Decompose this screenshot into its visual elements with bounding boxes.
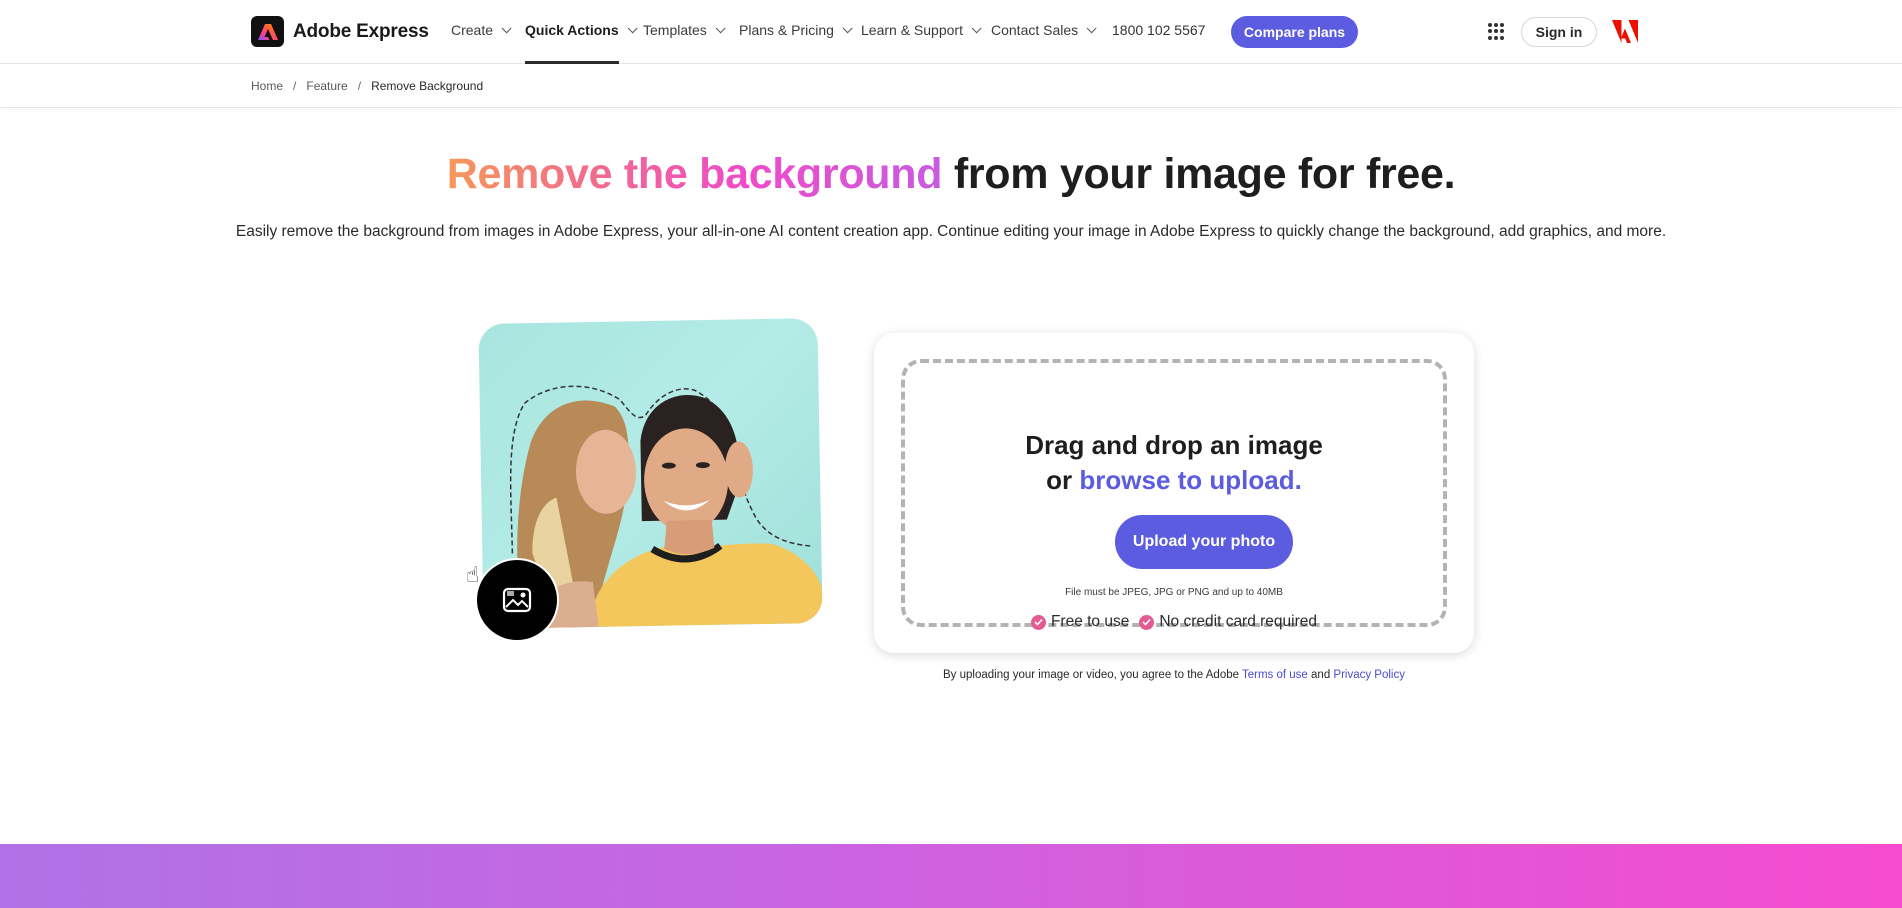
chevron-down-icon (715, 22, 726, 33)
title-rest: from your image for free. (942, 150, 1456, 198)
drop-title-or: or (1046, 465, 1080, 495)
perk-label: No credit card required (1159, 613, 1318, 630)
nav-label: Contact Sales (991, 22, 1079, 38)
chevron-down-icon (1086, 22, 1097, 33)
nav-templates[interactable]: Templates (643, 22, 726, 38)
breadcrumb-home[interactable]: Home (251, 79, 283, 93)
nav-contact-sales[interactable]: Contact Sales (991, 22, 1097, 38)
browse-to-upload-link[interactable]: browse to upload. (1079, 465, 1301, 495)
terms-prefix: By uploading your image or video, you ag… (943, 669, 1242, 681)
chevron-down-icon (971, 22, 982, 33)
breadcrumb: Home / Feature / Remove Background (251, 79, 483, 93)
active-tab-indicator (525, 61, 619, 64)
perk-no-credit-card: No credit card required (1139, 613, 1317, 631)
compare-plans-button[interactable]: Compare plans (1231, 16, 1358, 48)
breadcrumb-bar: Home / Feature / Remove Background (0, 65, 1902, 108)
breadcrumb-current: Remove Background (371, 79, 484, 93)
breadcrumb-separator: / (293, 79, 297, 93)
chevron-down-icon (501, 22, 512, 33)
breadcrumb-separator: / (357, 79, 362, 93)
drop-title-line1: Drag and drop an image (1025, 430, 1323, 460)
terms-of-use-link[interactable]: Terms of use (1242, 669, 1308, 681)
nav-label: Quick Actions (525, 22, 619, 38)
perks-list: Free to use No credit card required (905, 613, 1443, 631)
breadcrumb-feature[interactable]: Feature (306, 79, 347, 93)
terms-and: and (1307, 669, 1334, 681)
adobe-express-icon (251, 16, 284, 47)
top-navigation: Adobe Express Create Quick Actions Templ… (0, 0, 1902, 64)
nav-create[interactable]: Create (451, 22, 512, 38)
privacy-policy-link[interactable]: Privacy Policy (1333, 669, 1405, 681)
phone-number-link[interactable]: 1800 102 5567 (1112, 22, 1205, 38)
terms-notice: By uploading your image or video, you ag… (874, 669, 1474, 681)
sign-in-button[interactable]: Sign in (1521, 17, 1597, 47)
nav-label: Plans & Pricing (739, 22, 834, 38)
chevron-down-icon (627, 22, 638, 33)
page-title: Remove the background from your image fo… (0, 150, 1902, 199)
brand-name: Adobe Express (293, 20, 429, 42)
nav-label: Create (451, 22, 494, 38)
perk-label: Free to use (1050, 613, 1130, 630)
check-circle-icon (1030, 614, 1046, 630)
page-subtitle: Easily remove the background from images… (235, 223, 1667, 240)
nav-quick-actions[interactable]: Quick Actions (525, 22, 638, 38)
adobe-logo-icon[interactable] (1612, 20, 1638, 43)
upload-photo-button[interactable]: Upload your photo (1115, 515, 1293, 569)
image-badge (477, 560, 557, 640)
nav-learn-support[interactable]: Learn & Support (861, 22, 982, 38)
app-grid-icon[interactable] (1488, 23, 1505, 40)
image-icon (502, 587, 532, 613)
drop-title: Drag and drop an image or browse to uplo… (905, 428, 1443, 498)
file-requirements-note: File must be JPEG, JPG or PNG and up to … (1065, 587, 1283, 598)
check-circle-icon (1139, 614, 1155, 630)
nav-label: Templates (643, 22, 707, 38)
adobe-express-logo[interactable]: Adobe Express (251, 16, 429, 47)
gradient-section-band (0, 844, 1902, 908)
perk-free: Free to use (1030, 613, 1130, 631)
nav-plans-pricing[interactable]: Plans & Pricing (739, 22, 853, 38)
hand-cursor-icon: ☝ (466, 562, 480, 587)
chevron-down-icon (842, 22, 853, 33)
drop-zone[interactable]: Drag and drop an image or browse to uplo… (901, 359, 1447, 630)
nav-label: Learn & Support (861, 22, 963, 38)
upload-card: Drag and drop an image or browse to uplo… (874, 333, 1474, 653)
title-highlight: Remove the background (446, 150, 943, 198)
